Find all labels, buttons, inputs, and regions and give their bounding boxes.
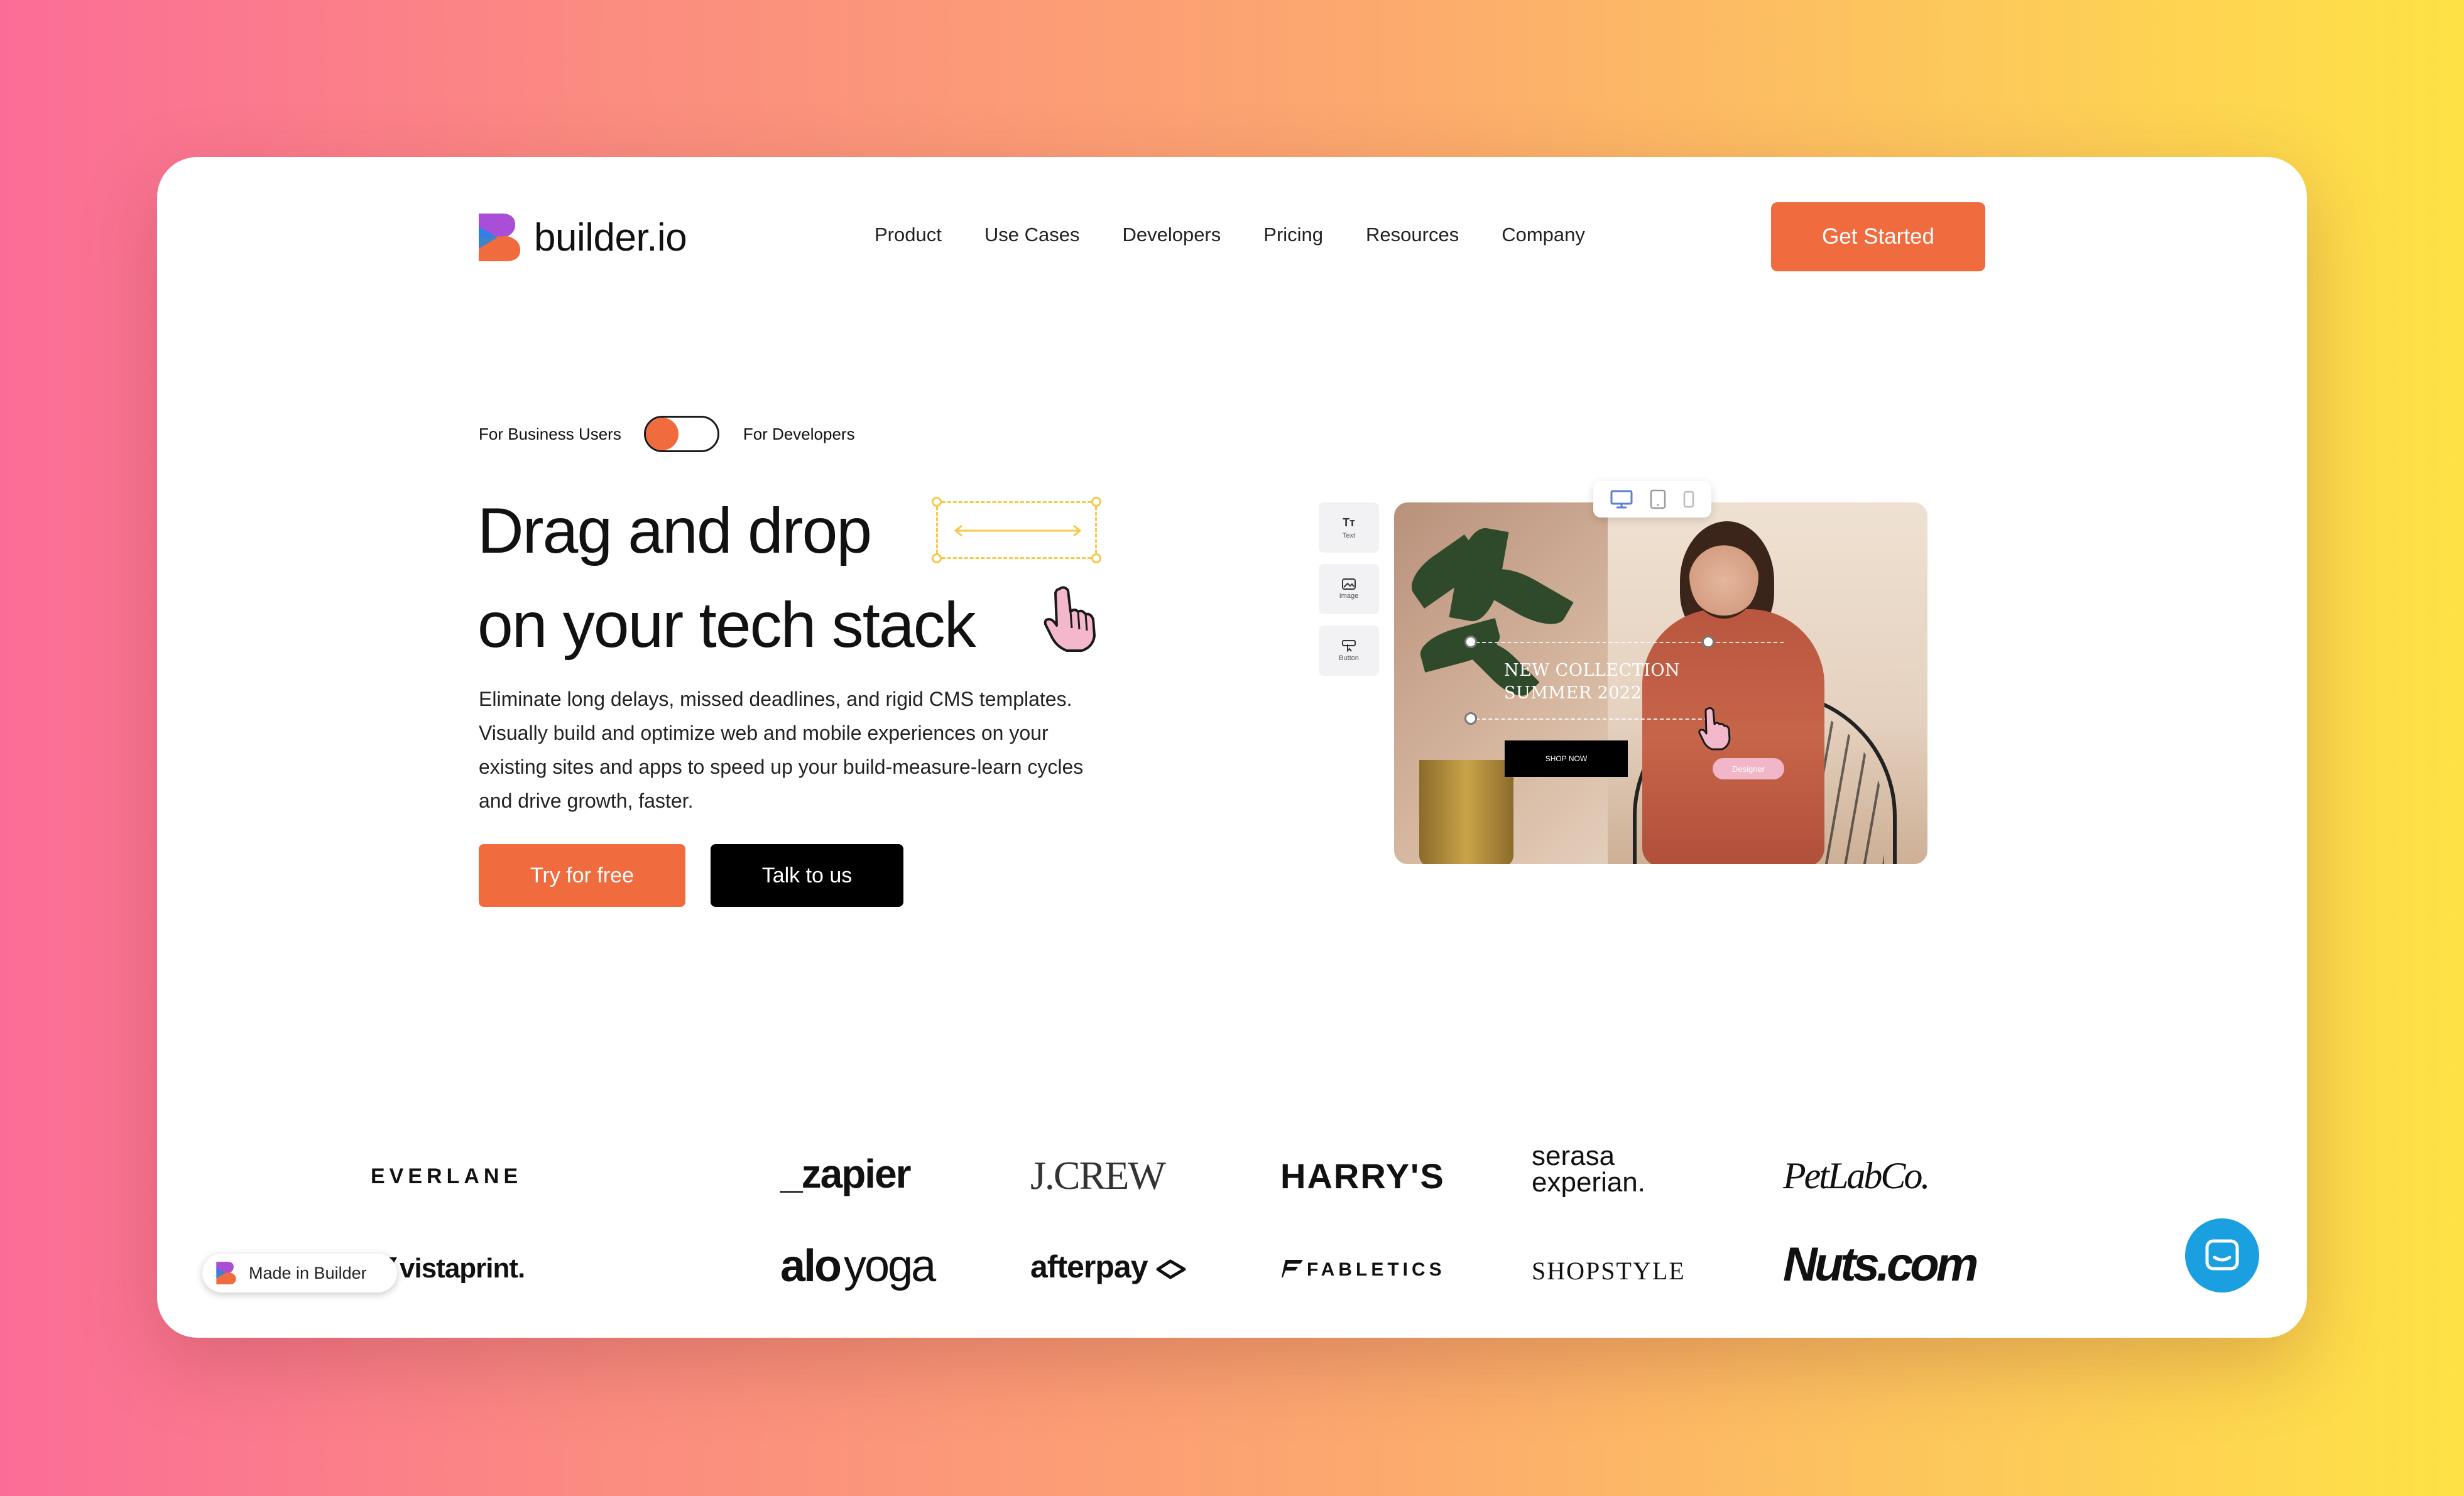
logo-afterpay-text: afterpay: [1030, 1249, 1148, 1284]
logo-alo-yoga: aloyoga: [780, 1240, 936, 1292]
logo-fabletics-text: FABLETICS: [1307, 1259, 1446, 1280]
nav-company[interactable]: Company: [1502, 224, 1585, 246]
tablet-icon[interactable]: [1650, 489, 1666, 509]
nav-resources[interactable]: Resources: [1366, 224, 1459, 246]
tool-image-label: Image: [1339, 592, 1359, 600]
audience-toggle[interactable]: [643, 416, 719, 452]
designer-hand-icon: [1698, 707, 1731, 751]
desktop-icon[interactable]: [1610, 490, 1633, 509]
logo-vistaprint-text: vistaprint.: [400, 1253, 525, 1284]
logo-jcrew: J.CREW: [1030, 1153, 1166, 1198]
mobile-icon[interactable]: [1683, 491, 1694, 508]
made-in-builder-label: Made in Builder: [249, 1263, 367, 1282]
collection-line-2: SUMMER 2022: [1504, 683, 1642, 703]
builder-badge-icon: [216, 1262, 236, 1284]
resize-arrow-icon: [954, 524, 1082, 537]
toggle-knob: [645, 418, 679, 450]
toggle-label-business[interactable]: For Business Users: [479, 425, 621, 444]
nav-product[interactable]: Product: [875, 224, 942, 246]
logo-harrys: HARRY'S: [1280, 1156, 1445, 1196]
logo-afterpay: afterpay: [1030, 1249, 1187, 1285]
selection-handle: [932, 553, 942, 563]
guide-line: [1469, 642, 1784, 643]
guide-node: [1464, 636, 1477, 648]
tool-image[interactable]: Image: [1319, 564, 1379, 614]
guide-node: [1702, 636, 1714, 648]
guide-node: [1464, 712, 1477, 725]
audience-toggle-row: For Business Users For Developers: [479, 416, 855, 452]
try-for-free-button[interactable]: Try for free: [479, 844, 685, 907]
get-started-button[interactable]: Get Started: [1771, 202, 1985, 271]
selection-handle: [1091, 497, 1101, 507]
talk-to-us-button[interactable]: Talk to us: [711, 844, 903, 907]
selection-box-decoration: [932, 497, 1101, 563]
image-icon: [1342, 578, 1356, 590]
logo-nuts-com: Nuts.com: [1783, 1238, 1978, 1291]
customer-logos: EVERLANE _zapier J.CREW HARRY'S serasa e…: [157, 1130, 2307, 1319]
nav-use-cases[interactable]: Use Cases: [984, 224, 1080, 246]
tool-text[interactable]: Tт Text: [1319, 502, 1379, 553]
text-icon: Tт: [1343, 516, 1355, 529]
tool-button[interactable]: Button: [1319, 626, 1379, 676]
selection-handle: [932, 497, 942, 507]
guide-line: [1469, 718, 1714, 720]
builder-logo-icon: [479, 214, 520, 261]
logo-fabletics: FABLETICS: [1282, 1259, 1446, 1281]
chat-launcher[interactable]: [2185, 1218, 2259, 1293]
brand-name: builder.io: [534, 215, 687, 259]
preview-canvas: NEW COLLECTION SUMMER 2022 SHOP NOW Desi…: [1394, 502, 1927, 864]
designer-cursor-tag: Designer: [1713, 758, 1784, 779]
nav-developers[interactable]: Developers: [1122, 224, 1221, 246]
logo-serasa-experian: serasa experian.: [1532, 1142, 1646, 1198]
logo-alo-text: alo: [780, 1241, 842, 1291]
shop-now-button[interactable]: SHOP NOW: [1505, 740, 1628, 777]
toggle-label-developers[interactable]: For Developers: [743, 425, 855, 444]
hero-headline: Drag and drop on your tech stack: [477, 484, 976, 672]
builder-logo[interactable]: builder.io: [479, 212, 687, 263]
browser-window: builder.io Product Use Cases Developers …: [157, 157, 2307, 1338]
headline-line-2: on your tech stack: [477, 589, 976, 661]
main-nav: Product Use Cases Developers Pricing Res…: [875, 224, 1585, 246]
chat-icon: [2205, 1239, 2239, 1271]
pointer-hand-icon: [1044, 586, 1096, 652]
fabletics-mark-icon: [1282, 1260, 1303, 1277]
logo-shopstyle: SHOPSTYLE: [1532, 1257, 1686, 1285]
device-switcher: [1593, 481, 1711, 518]
logo-yoga-text: yoga: [844, 1241, 936, 1291]
button-icon: [1342, 640, 1356, 652]
model-face: [1689, 534, 1758, 619]
collection-heading: NEW COLLECTION SUMMER 2022: [1504, 659, 1680, 705]
gold-planter: [1419, 760, 1513, 864]
logo-serasa-line-2: experian.: [1532, 1167, 1646, 1198]
made-in-builder-badge[interactable]: Made in Builder: [202, 1254, 397, 1293]
logo-petlabco: PetLabCo.: [1783, 1155, 1930, 1196]
selection-handle: [1091, 553, 1101, 563]
tool-text-label: Text: [1342, 531, 1356, 539]
model-outfit: [1642, 609, 1824, 864]
logo-everlane: EVERLANE: [371, 1164, 523, 1188]
editor-toolbox: Tт Text Image Button: [1319, 502, 1379, 687]
hero-subtext: Eliminate long delays, missed deadlines,…: [479, 688, 1084, 812]
afterpay-arrows-icon: [1156, 1259, 1186, 1279]
logo-zapier: _zapier: [780, 1151, 912, 1196]
headline-line-1: Drag and drop: [477, 495, 872, 566]
nav-pricing[interactable]: Pricing: [1263, 224, 1323, 246]
tool-button-label: Button: [1339, 654, 1359, 662]
collection-line-1: NEW COLLECTION: [1504, 661, 1681, 680]
